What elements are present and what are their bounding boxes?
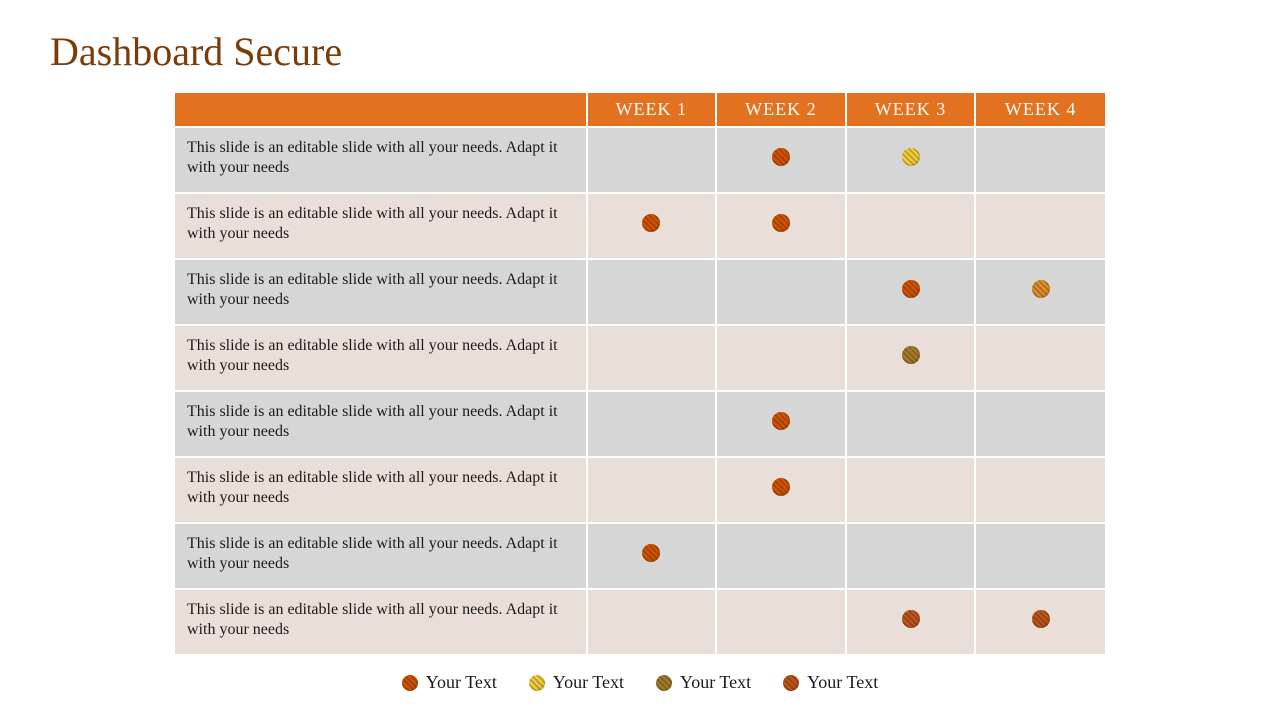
header-week1: WEEK 1 [587, 93, 717, 127]
cell-week2 [716, 193, 846, 259]
legend-item: Your Text [402, 672, 497, 693]
row-description: This slide is an editable slide with all… [175, 589, 587, 654]
cell-week4 [975, 523, 1105, 589]
dot-icon [772, 412, 790, 430]
cell-week4 [975, 457, 1105, 523]
dot-icon [772, 148, 790, 166]
row-description: This slide is an editable slide with all… [175, 391, 587, 457]
row-description: This slide is an editable slide with all… [175, 457, 587, 523]
cell-week1 [587, 193, 717, 259]
cell-week3 [846, 391, 976, 457]
cell-week4 [975, 391, 1105, 457]
cell-week2 [716, 259, 846, 325]
cell-week1 [587, 523, 717, 589]
row-description: This slide is an editable slide with all… [175, 325, 587, 391]
cell-week2 [716, 457, 846, 523]
cell-week4 [975, 259, 1105, 325]
legend-label: Your Text [426, 672, 497, 693]
cell-week2 [716, 127, 846, 193]
dot-icon [902, 346, 920, 364]
table-row: This slide is an editable slide with all… [175, 589, 1105, 654]
header-week4: WEEK 4 [975, 93, 1105, 127]
schedule-table: WEEK 1 WEEK 2 WEEK 3 WEEK 4 This slide i… [175, 93, 1105, 654]
cell-week1 [587, 391, 717, 457]
dot-icon [772, 214, 790, 232]
cell-week3 [846, 193, 976, 259]
table-row: This slide is an editable slide with all… [175, 127, 1105, 193]
cell-week2 [716, 391, 846, 457]
table-header-row: WEEK 1 WEEK 2 WEEK 3 WEEK 4 [175, 93, 1105, 127]
dot-icon [902, 148, 920, 166]
legend-label: Your Text [553, 672, 624, 693]
row-description: This slide is an editable slide with all… [175, 127, 587, 193]
row-description: This slide is an editable slide with all… [175, 259, 587, 325]
row-description: This slide is an editable slide with all… [175, 523, 587, 589]
legend-label: Your Text [807, 672, 878, 693]
header-blank [175, 93, 587, 127]
cell-week1 [587, 457, 717, 523]
legend: Your Text Your Text Your Text Your Text [175, 672, 1105, 696]
cell-week4 [975, 193, 1105, 259]
cell-week1 [587, 127, 717, 193]
dot-icon [783, 675, 799, 691]
cell-week3 [846, 589, 976, 654]
cell-week3 [846, 259, 976, 325]
table-row: This slide is an editable slide with all… [175, 523, 1105, 589]
dot-icon [656, 675, 672, 691]
cell-week1 [587, 259, 717, 325]
cell-week2 [716, 523, 846, 589]
legend-item: Your Text [529, 672, 624, 693]
cell-week1 [587, 589, 717, 654]
cell-week3 [846, 523, 976, 589]
slide: Dashboard Secure WEEK 1 WEEK 2 WEEK 3 WE… [0, 0, 1280, 720]
dot-icon [772, 478, 790, 496]
legend-item: Your Text [783, 672, 878, 693]
table-row: This slide is an editable slide with all… [175, 457, 1105, 523]
dot-icon [402, 675, 418, 691]
cell-week3 [846, 457, 976, 523]
table-row: This slide is an editable slide with all… [175, 325, 1105, 391]
legend-label: Your Text [680, 672, 751, 693]
table-row: This slide is an editable slide with all… [175, 259, 1105, 325]
cell-week2 [716, 325, 846, 391]
cell-week4 [975, 325, 1105, 391]
dot-icon [1032, 610, 1050, 628]
table-row: This slide is an editable slide with all… [175, 391, 1105, 457]
dot-icon [642, 214, 660, 232]
header-week3: WEEK 3 [846, 93, 976, 127]
dot-icon [529, 675, 545, 691]
cell-week2 [716, 589, 846, 654]
legend-item: Your Text [656, 672, 751, 693]
cell-week1 [587, 325, 717, 391]
header-week2: WEEK 2 [716, 93, 846, 127]
dot-icon [642, 544, 660, 562]
dot-icon [902, 610, 920, 628]
page-title: Dashboard Secure [50, 28, 1230, 75]
row-description: This slide is an editable slide with all… [175, 193, 587, 259]
dot-icon [902, 280, 920, 298]
cell-week4 [975, 127, 1105, 193]
dot-icon [1032, 280, 1050, 298]
cell-week3 [846, 325, 976, 391]
table-row: This slide is an editable slide with all… [175, 193, 1105, 259]
cell-week3 [846, 127, 976, 193]
cell-week4 [975, 589, 1105, 654]
